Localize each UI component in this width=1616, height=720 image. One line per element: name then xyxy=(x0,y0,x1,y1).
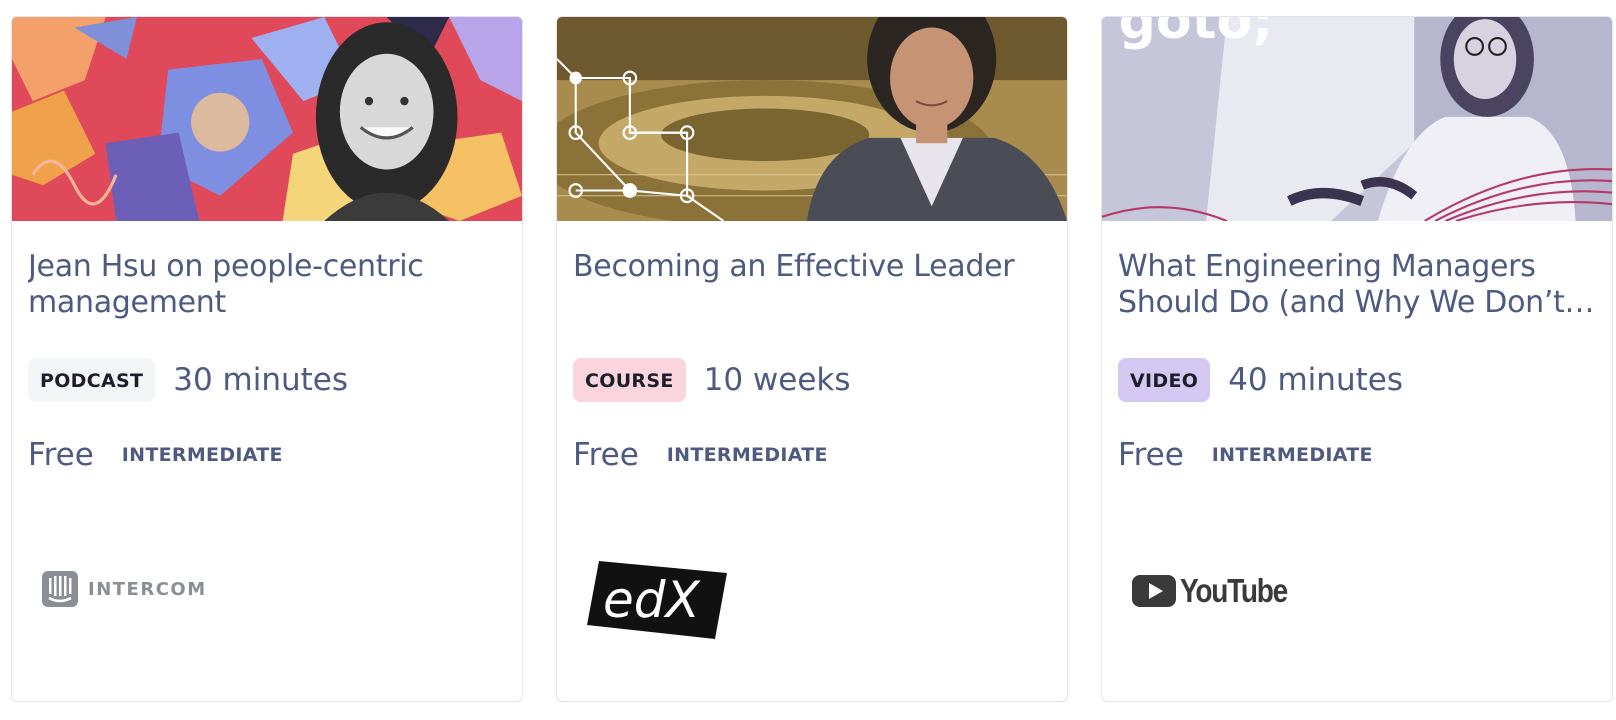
type-badge: VIDEO xyxy=(1118,358,1211,402)
provider-logo: edX xyxy=(587,561,727,645)
resource-card[interactable]: goto; What Engineering Managers Should D… xyxy=(1101,16,1613,702)
price-label: Free xyxy=(28,437,94,473)
level-label: INTERMEDIATE xyxy=(666,444,828,466)
thumb-brand-text: goto; xyxy=(1119,17,1273,51)
provider-name: YouTube xyxy=(1180,572,1288,609)
card-meta: PODCAST 30 minutes xyxy=(28,357,348,403)
provider-logo: YouTube xyxy=(1132,572,1306,610)
card-thumbnail: goto; xyxy=(1102,17,1612,221)
card-thumbnail xyxy=(12,17,522,221)
resource-card[interactable]: Becoming an Effective Leader COURSE 10 w… xyxy=(556,16,1068,702)
provider-name: INTERCOM xyxy=(88,578,207,600)
provider-logo: INTERCOM xyxy=(42,571,207,607)
card-meta: VIDEO 40 minutes xyxy=(1118,357,1403,403)
card-meta: COURSE 10 weeks xyxy=(573,357,851,403)
resource-grid: Jean Hsu on people-centric management PO… xyxy=(0,0,1616,720)
card-price-row: Free INTERMEDIATE xyxy=(28,435,283,475)
card-price-row: Free INTERMEDIATE xyxy=(573,435,828,475)
price-label: Free xyxy=(1118,437,1184,473)
intercom-icon xyxy=(42,571,78,607)
youtube-play-icon xyxy=(1132,575,1176,607)
price-label: Free xyxy=(573,437,639,473)
resource-card[interactable]: Jean Hsu on people-centric management PO… xyxy=(11,16,523,702)
conference-talk-image: goto; xyxy=(1102,17,1612,221)
card-price-row: Free INTERMEDIATE xyxy=(1118,435,1373,475)
duration-label: 10 weeks xyxy=(703,362,851,398)
level-label: INTERMEDIATE xyxy=(121,444,283,466)
card-thumbnail xyxy=(557,17,1067,221)
duration-label: 30 minutes xyxy=(173,362,349,398)
edx-logo: edX xyxy=(587,561,727,639)
type-badge: PODCAST xyxy=(28,358,156,402)
provider-name: edX xyxy=(603,571,702,629)
speaker-portrait-image xyxy=(557,17,1067,221)
level-label: INTERMEDIATE xyxy=(1211,444,1373,466)
card-title[interactable]: What Engineering Managers Should Do (and… xyxy=(1118,249,1602,321)
duration-label: 40 minutes xyxy=(1228,362,1403,398)
card-title[interactable]: Jean Hsu on people-centric management xyxy=(28,249,512,321)
card-title[interactable]: Becoming an Effective Leader xyxy=(573,249,1057,285)
type-badge: COURSE xyxy=(573,358,686,402)
portrait-collage-image xyxy=(12,17,522,221)
